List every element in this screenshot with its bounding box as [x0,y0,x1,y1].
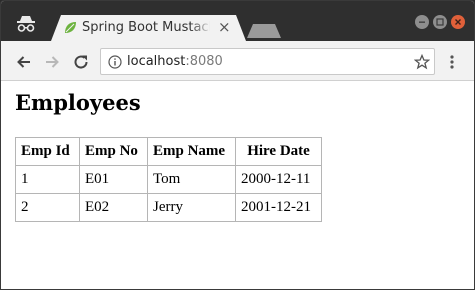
incognito-icon [17,16,35,32]
tab-spring-boot-mustache[interactable]: Spring Boot Mustache × [51,15,246,41]
table-row: 1 E01 Tom 2000-12-11 [15,165,322,194]
table-header-row: Emp Id Emp No Emp Name Hire Date [15,137,322,166]
more-menu-icon[interactable] [449,54,455,70]
column-header-emp-no: Emp No [79,137,148,166]
url-host: localhost [127,54,186,69]
cell-emp-id: 1 [15,165,80,194]
employees-table: Emp Id Emp No Emp Name Hire Date 1 E01 T… [15,137,322,222]
minimize-icon [419,21,425,23]
new-tab-button[interactable] [247,24,281,38]
back-arrow-icon[interactable] [15,53,33,71]
column-header-hire-date: Hire Date [235,137,322,166]
browser-window: Spring Boot Mustache × [0,0,475,290]
minimize-button[interactable] [415,15,429,29]
bookmark-star-icon[interactable] [414,54,430,70]
cell-hire-date: 2000-12-11 [235,165,322,194]
close-icon [455,19,461,25]
url-port: :8080 [185,54,223,69]
spring-leaf-icon [65,22,76,33]
cell-emp-name: Tom [147,165,236,194]
page-title: Employees [15,90,141,115]
page-content: Employees Emp Id Emp No Emp Name Hire Da… [1,81,474,289]
tab-close-icon[interactable]: × [218,18,231,36]
close-window-button[interactable] [451,15,465,29]
maximize-button[interactable] [433,15,447,29]
reload-icon[interactable] [72,53,90,71]
column-header-emp-name: Emp Name [147,137,236,166]
address-bar[interactable]: localhost:8080 [100,48,435,75]
cell-emp-no: E02 [79,193,148,222]
cell-hire-date: 2001-12-21 [235,193,322,222]
cell-emp-name: Jerry [147,193,236,222]
forward-arrow-icon[interactable] [43,53,61,71]
maximize-icon [436,18,444,26]
title-bar: Spring Boot Mustache × [1,1,474,41]
cell-emp-no: E01 [79,165,148,194]
info-icon[interactable] [108,55,122,69]
url-text: localhost:8080 [127,54,223,69]
cell-emp-id: 2 [15,193,80,222]
table-row: 2 E02 Jerry 2001-12-21 [15,193,322,222]
column-header-emp-id: Emp Id [15,137,80,166]
